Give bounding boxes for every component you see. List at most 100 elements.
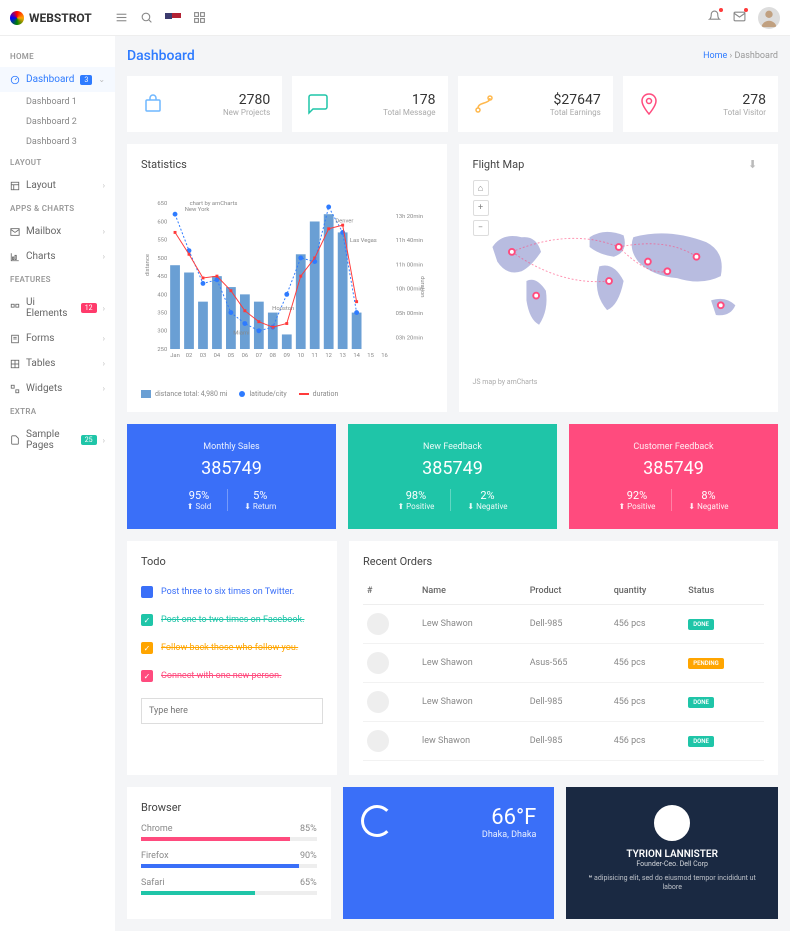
layout-icon (10, 181, 20, 191)
svg-text:15: 15 (367, 353, 374, 359)
stat-icon (304, 90, 332, 118)
top-right-icons (708, 7, 780, 29)
sidebar-item-tables[interactable]: Tables› (0, 351, 115, 376)
svg-text:10h 00min: 10h 00min (396, 287, 424, 293)
checkbox-icon[interactable]: ✓ (141, 670, 153, 682)
svg-text:distance: distance (145, 254, 151, 276)
browser-card: Browser Chrome85% Firefox90% Safari65% (127, 787, 331, 919)
widgets-icon (10, 384, 20, 394)
stat-card-2: $27647Total Earnings (458, 76, 613, 132)
svg-text:02: 02 (186, 353, 193, 359)
sidebar-sub-dash3[interactable]: Dashboard 3 (0, 132, 115, 152)
stat-card-1: 178Total Message (292, 76, 447, 132)
avatar (367, 613, 389, 635)
logo-icon (10, 11, 24, 25)
weather-location: Dhaka, Dhaka (361, 830, 537, 840)
todo-item-0[interactable]: Post three to six times on Twitter. (141, 578, 323, 606)
color-card-2: Customer Feedback 385749 92%⬆ Positive 8… (569, 424, 778, 529)
svg-text:16: 16 (381, 353, 388, 359)
map-controls: ⌂ + − (473, 180, 489, 236)
forms-icon (10, 334, 20, 344)
menu-icon[interactable] (115, 11, 128, 24)
statistics-title: Statistics (141, 158, 433, 171)
profile-title: Founder-Ceo. Dell Corp (584, 860, 760, 868)
section-apps: APPS & CHARTS (0, 198, 115, 219)
svg-text:05: 05 (228, 353, 235, 359)
weather-card: 66°F Dhaka, Dhaka (343, 787, 555, 919)
todo-item-1[interactable]: ✓ Post one to two times on Facebook. (141, 606, 323, 634)
svg-text:11h 40min: 11h 40min (396, 238, 424, 244)
svg-text:600: 600 (157, 219, 167, 225)
color-cards: Monthly Sales 385749 95%⬆ Sold 5%⬇ Retur… (127, 424, 778, 529)
table-row: Lew ShawonDell-985 456 pcs DONE (363, 605, 764, 644)
mail-wrapper[interactable] (733, 10, 746, 26)
todo-item-2[interactable]: ✓ Follow back those who follow you. (141, 634, 323, 662)
sidebar-item-forms[interactable]: Forms› (0, 326, 115, 351)
checkbox-icon[interactable] (141, 586, 153, 598)
table-row: lew ShawonDell-985 456 pcs DONE (363, 722, 764, 761)
status-badge: PENDING (688, 658, 723, 669)
table-row: Lew ShawonAsus-565 456 pcs PENDING (363, 644, 764, 683)
tables-icon (10, 359, 20, 369)
svg-text:chart by amCharts: chart by amCharts (190, 201, 238, 207)
flag-icon[interactable] (165, 13, 181, 23)
status-badge: DONE (688, 697, 714, 708)
sidebar-item-charts[interactable]: Charts› (0, 244, 115, 269)
svg-text:14: 14 (353, 353, 360, 359)
checkbox-icon[interactable]: ✓ (141, 642, 153, 654)
topbar: WEBSTROT (0, 0, 790, 36)
stat-card-0: 2780New Projects (127, 76, 282, 132)
stats-row: 2780New Projects 178Total Message $27647… (127, 76, 778, 132)
svg-text:Denver: Denver (335, 219, 353, 225)
todo-input[interactable] (141, 698, 323, 724)
svg-text:08: 08 (270, 353, 277, 359)
profile-avatar (654, 805, 690, 841)
svg-text:11: 11 (311, 353, 318, 359)
world-map[interactable] (473, 191, 765, 371)
flight-map-card: Flight Map ⬇ ⌂ + − (459, 144, 779, 412)
grid-icon[interactable] (193, 11, 206, 24)
avatar (367, 652, 389, 674)
search-icon[interactable] (140, 11, 153, 24)
profile-name: TYRION LANNISTER (584, 849, 760, 860)
profile-card: TYRION LANNISTER Founder-Ceo. Dell Corp … (566, 787, 778, 919)
status-badge: DONE (688, 619, 714, 630)
sidebar-item-mailbox[interactable]: Mailbox› (0, 219, 115, 244)
breadcrumb-home[interactable]: Home (703, 51, 727, 61)
browser-title: Browser (141, 801, 317, 814)
user-avatar[interactable] (758, 7, 780, 29)
svg-text:13h 20min: 13h 20min (396, 214, 424, 220)
svg-text:300: 300 (157, 329, 167, 335)
svg-text:03h 20min: 03h 20min (396, 335, 424, 341)
svg-text:12: 12 (325, 353, 332, 359)
avatar (367, 730, 389, 752)
browser-row-0: Chrome85% (141, 824, 317, 841)
page-title: Dashboard (127, 48, 195, 64)
download-icon[interactable]: ⬇ (748, 158, 764, 174)
statistics-card: Statistics 250300350400450500550600650di… (127, 144, 447, 412)
logo[interactable]: WEBSTROT (10, 11, 115, 25)
svg-text:Jan: Jan (170, 353, 180, 359)
svg-text:Houston: Houston (272, 306, 294, 312)
bell-wrapper[interactable] (708, 10, 721, 26)
home-button[interactable]: ⌂ (473, 180, 489, 196)
sidebar-item-sample[interactable]: Sample Pages 25 › (0, 422, 115, 458)
orders-table: # Name Product quantity Status Lew Shawo… (363, 578, 764, 761)
svg-text:10: 10 (297, 353, 304, 359)
todo-card: Todo Post three to six times on Twitter.… (127, 541, 337, 775)
svg-text:400: 400 (157, 292, 167, 298)
main-content: Dashboard Home › Dashboard 2780New Proje… (115, 36, 790, 931)
sidebar-item-layout[interactable]: Layout› (0, 173, 115, 198)
todo-item-3[interactable]: ✓ Connect with one new person. (141, 662, 323, 690)
pages-icon (10, 435, 20, 445)
sidebar-item-widgets[interactable]: Widgets› (0, 376, 115, 401)
zoom-out-button[interactable]: − (473, 220, 489, 236)
section-home: HOME (0, 46, 115, 67)
sidebar-sub-dash2[interactable]: Dashboard 2 (0, 112, 115, 132)
zoom-in-button[interactable]: + (473, 200, 489, 216)
color-card-0: Monthly Sales 385749 95%⬆ Sold 5%⬇ Retur… (127, 424, 336, 529)
sidebar-sub-dash1[interactable]: Dashboard 1 (0, 92, 115, 112)
sidebar-item-dashboard[interactable]: Dashboard 3 ⌄ (0, 67, 115, 92)
sidebar-item-ui[interactable]: Ui Elements 12 › (0, 290, 115, 326)
checkbox-icon[interactable]: ✓ (141, 614, 153, 626)
